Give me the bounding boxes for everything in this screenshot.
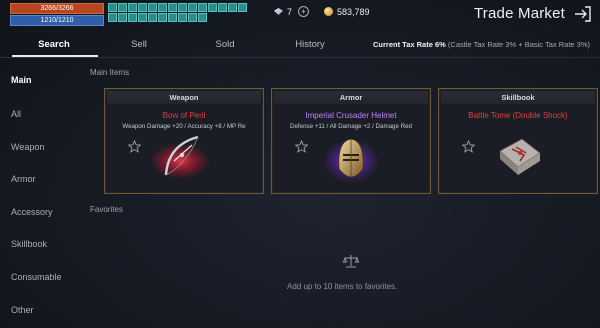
tax-value: 6% bbox=[434, 40, 446, 49]
add-gem-icon[interactable]: + bbox=[298, 6, 310, 17]
sidebar-item-all[interactable]: All bbox=[11, 109, 21, 119]
bow-icon bbox=[152, 135, 210, 179]
tome-icon bbox=[499, 138, 541, 175]
buff-icon bbox=[188, 3, 197, 12]
favorites-label: Favorites bbox=[90, 205, 123, 214]
main-items-label: Main Items bbox=[90, 68, 130, 77]
gold-amount: 583,789 bbox=[337, 6, 370, 17]
buff-icon bbox=[118, 3, 127, 12]
gold-coin-icon bbox=[324, 7, 334, 16]
favorite-star-icon[interactable] bbox=[128, 140, 141, 153]
item-name: Imperial Crusader Helmet bbox=[305, 111, 397, 120]
item-stats: Weapon Damage +20 / Accuracy +8 / MP Re bbox=[122, 123, 246, 130]
buff-icon bbox=[178, 3, 187, 12]
item-card-weapon[interactable]: Weapon Bow of Peril Weapon Damage +20 / … bbox=[104, 88, 264, 194]
sidebar-item-armor[interactable]: Armor bbox=[11, 174, 36, 184]
buff-icon bbox=[158, 3, 167, 12]
scale-icon bbox=[343, 255, 359, 268]
buff-icon bbox=[148, 13, 157, 22]
exit-icon[interactable] bbox=[574, 6, 592, 22]
page-title: Trade Market bbox=[474, 5, 566, 22]
item-name: Bow of Peril bbox=[162, 111, 206, 120]
buff-icon bbox=[198, 3, 207, 12]
buff-icon bbox=[138, 3, 147, 12]
tab-divider bbox=[0, 57, 600, 58]
mp-bar: 1210/1210 bbox=[10, 15, 104, 26]
card-category: Weapon bbox=[107, 91, 261, 104]
buff-icon bbox=[168, 3, 177, 12]
buff-icon bbox=[138, 13, 147, 22]
buff-icon bbox=[118, 13, 127, 22]
buff-icon bbox=[208, 3, 217, 12]
tax-label: Current Tax Rate bbox=[373, 40, 433, 49]
item-card-skillbook[interactable]: Skillbook Battle Tome (Double Shock) bbox=[438, 88, 598, 194]
item-stats: Defense +11 / All Damage +2 / Damage Red bbox=[290, 123, 412, 130]
item-name: Battle Tome (Double Shock) bbox=[468, 111, 568, 120]
favorite-star-icon[interactable] bbox=[462, 140, 475, 153]
buff-icon bbox=[198, 13, 207, 22]
currency-display: 7 + 583,789 bbox=[274, 6, 370, 17]
gem-icon bbox=[274, 8, 283, 15]
card-category: Armor bbox=[274, 91, 428, 104]
buff-icon bbox=[158, 13, 167, 22]
buff-icon bbox=[228, 3, 237, 12]
buff-icon bbox=[238, 3, 247, 12]
item-card-armor[interactable]: Armor Imperial Crusader Helmet Defense +… bbox=[271, 88, 431, 194]
buff-icon bbox=[218, 3, 227, 12]
tax-rate: Current Tax Rate 6% (Castle Tax Rate 3% … bbox=[373, 40, 590, 49]
buff-icon bbox=[108, 3, 117, 12]
sidebar-item-accessory[interactable]: Accessory bbox=[11, 207, 53, 217]
tab-sold[interactable]: Sold bbox=[215, 39, 234, 50]
gem-count: 7 bbox=[287, 6, 293, 17]
buff-icon bbox=[178, 13, 187, 22]
helmet-icon bbox=[323, 138, 379, 183]
sidebar-item-skillbook[interactable]: Skillbook bbox=[11, 239, 47, 249]
buff-icon bbox=[148, 3, 157, 12]
buff-icon bbox=[188, 13, 197, 22]
sidebar-item-consumable[interactable]: Consumable bbox=[11, 272, 62, 282]
card-category: Skillbook bbox=[441, 91, 595, 104]
tab-search[interactable]: Search bbox=[38, 39, 70, 50]
buff-icon bbox=[128, 3, 137, 12]
favorite-star-icon[interactable] bbox=[295, 140, 308, 153]
buff-icon bbox=[128, 13, 137, 22]
favorites-empty-hint: Add up to 10 items to favorites. bbox=[287, 282, 398, 291]
sidebar-item-main[interactable]: Main bbox=[11, 75, 32, 85]
tax-detail: (Castle Tax Rate 3% + Basic Tax Rate 3%) bbox=[447, 40, 591, 49]
buff-list bbox=[108, 3, 253, 22]
tab-history[interactable]: History bbox=[295, 39, 325, 50]
sidebar-item-weapon[interactable]: Weapon bbox=[11, 142, 44, 152]
buff-icon bbox=[168, 13, 177, 22]
buff-icon bbox=[108, 13, 117, 22]
hp-bar: 3266/3266 bbox=[10, 3, 104, 14]
tab-sell[interactable]: Sell bbox=[131, 39, 147, 50]
sidebar-item-other[interactable]: Other bbox=[11, 305, 34, 315]
player-status: 3266/3266 1210/1210 bbox=[10, 3, 104, 26]
